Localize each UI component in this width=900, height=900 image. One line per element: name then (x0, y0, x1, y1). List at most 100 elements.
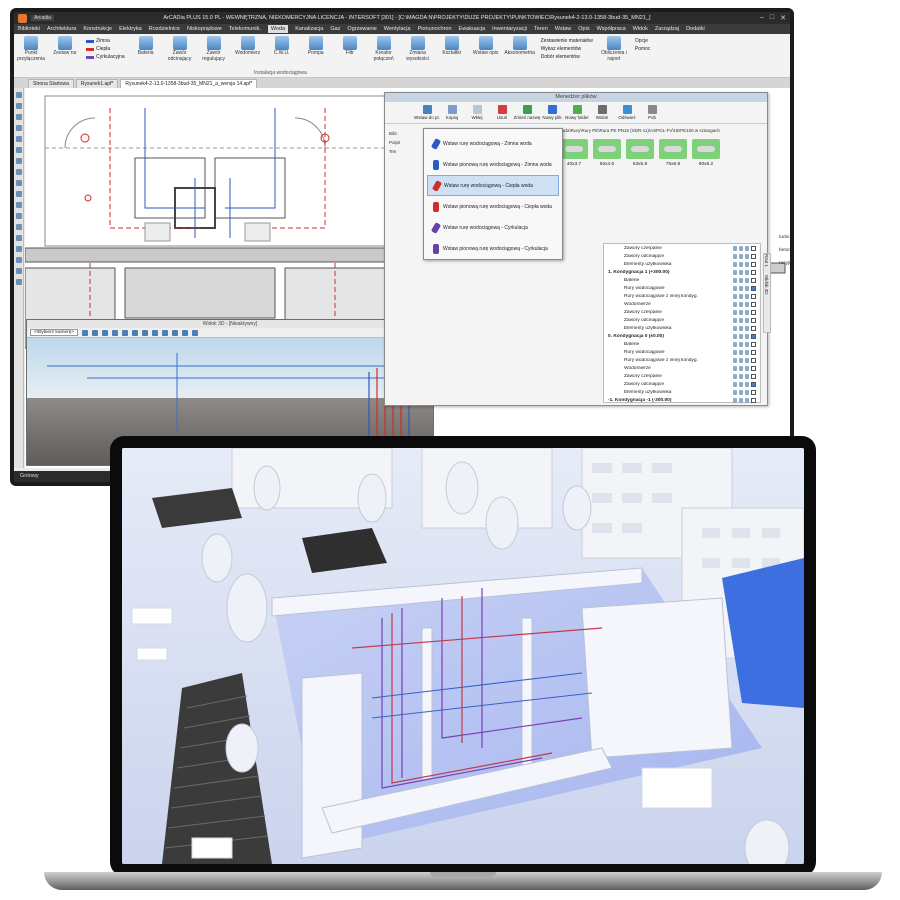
layer-checkbox[interactable] (751, 245, 756, 251)
menu-item[interactable]: Elektryka (119, 26, 142, 32)
pipe-thumbnail[interactable]: 90x8.2 (692, 139, 720, 167)
lock-icon[interactable] (739, 245, 743, 251)
lock-icon[interactable] (739, 349, 743, 355)
pipe-insert-option[interactable]: Wstaw pionową rurę wodociągową - Cyrkula… (427, 238, 559, 259)
layer-checkbox[interactable] (751, 277, 756, 283)
menu-item[interactable]: Dodatki (686, 26, 705, 32)
pipe-type-0[interactable]: Zimna (86, 38, 125, 44)
ribbon-button[interactable]: Zmiana wysokości (405, 36, 431, 62)
tool-icon[interactable] (15, 103, 22, 109)
layer-row[interactable]: Zawory odcinające (604, 316, 760, 324)
ribbon-button[interactable]: Bateria (133, 36, 159, 57)
file-manager-tool[interactable]: Wstaw do pr. (414, 105, 440, 120)
pipe-type-2[interactable]: Cyrkulacyjna (86, 54, 125, 60)
tool-icon[interactable] (15, 213, 22, 219)
tool-icon[interactable] (15, 191, 22, 197)
print-icon[interactable] (745, 341, 749, 347)
lock-icon[interactable] (739, 277, 743, 283)
print-icon[interactable] (745, 277, 749, 283)
lock-icon[interactable] (739, 389, 743, 395)
file-manager-tool[interactable]: Widok (592, 105, 612, 120)
visibility-icon[interactable] (733, 397, 737, 403)
help-item[interactable]: Opcje (635, 38, 651, 44)
visibility-icon[interactable] (733, 293, 737, 299)
print-icon[interactable] (745, 381, 749, 387)
visibility-icon[interactable] (733, 261, 737, 267)
layer-checkbox[interactable] (751, 397, 756, 403)
print-icon[interactable] (745, 357, 749, 363)
lock-icon[interactable] (739, 317, 743, 323)
visibility-icon[interactable] (733, 389, 737, 395)
menu-item[interactable]: Rozdzielnice (149, 26, 180, 32)
report-item[interactable]: Zestawienie materiałów (541, 38, 593, 44)
print-icon[interactable] (745, 397, 749, 403)
lock-icon[interactable] (739, 309, 743, 315)
visibility-icon[interactable] (733, 365, 737, 371)
menu-item[interactable]: Widok (633, 26, 648, 32)
layer-checkbox[interactable] (751, 261, 756, 267)
layer-checkbox[interactable] (751, 389, 756, 395)
document-tab[interactable]: Rysunek4-2-13.0-1358-3bud-35_MN21_a_wers… (120, 79, 258, 88)
lock-icon[interactable] (739, 253, 743, 259)
report-item[interactable]: Wykaz elementów (541, 46, 593, 52)
layer-checkbox[interactable] (751, 293, 756, 299)
file-manager-tool[interactable]: Wklej (467, 105, 487, 120)
ribbon-button[interactable]: Wstaw opis (473, 36, 499, 57)
lock-icon[interactable] (739, 381, 743, 387)
visibility-icon[interactable] (733, 357, 737, 363)
menu-item[interactable]: Ogrzewanie (347, 26, 376, 32)
lock-icon[interactable] (739, 341, 743, 347)
tool-icon[interactable] (15, 125, 22, 131)
menu-item[interactable]: Architektura (47, 26, 76, 32)
layer-row[interactable]: Rury wodociągowe (604, 284, 760, 292)
visibility-icon[interactable] (733, 325, 737, 331)
pipe-insert-option[interactable]: Wstaw rurę wodociągową - Ciepła woda (427, 175, 559, 196)
layer-checkbox[interactable] (751, 285, 756, 291)
visibility-icon[interactable] (733, 381, 737, 387)
tool-icon[interactable] (15, 136, 22, 142)
menu-item[interactable]: Gaz (330, 26, 340, 32)
tree-folder[interactable]: Bibl. (389, 129, 419, 138)
ribbon-button[interactable]: Kształtki (439, 36, 465, 57)
layer-row[interactable]: Rury wodociągowe (604, 348, 760, 356)
visibility-icon[interactable] (733, 341, 737, 347)
menu-item[interactable]: Kanalizacja (295, 26, 323, 32)
print-icon[interactable] (745, 261, 749, 267)
visibility-icon[interactable] (733, 245, 737, 251)
lock-icon[interactable] (739, 333, 743, 339)
document-tab[interactable]: Strona Startowa (28, 79, 74, 88)
layer-row[interactable]: Wodomierze (604, 364, 760, 372)
lock-icon[interactable] (739, 261, 743, 267)
visibility-icon[interactable] (733, 269, 737, 275)
print-icon[interactable] (745, 333, 749, 339)
visibility-icon[interactable] (733, 253, 737, 259)
lock-icon[interactable] (739, 357, 743, 363)
menu-item[interactable]: Opis (578, 26, 589, 32)
file-manager-tool[interactable]: Kopiuj (442, 105, 462, 120)
ribbon-button[interactable]: Kreator połączeń (371, 36, 397, 62)
light-icon[interactable] (162, 329, 169, 336)
ribbon-button[interactable]: C.W.U. (269, 36, 295, 57)
orbit-icon[interactable] (82, 329, 89, 336)
pipe-thumbnail[interactable]: 40x3.7 (560, 139, 588, 167)
tree-folder[interactable]: Pulpit (389, 138, 419, 147)
layer-checkbox[interactable] (751, 301, 756, 307)
camera-icon[interactable] (172, 329, 179, 336)
print-icon[interactable] (745, 253, 749, 259)
side-view-icon[interactable] (132, 329, 139, 336)
pipe-insert-option[interactable]: Wstaw rurę wodociągową - Zimna woda (427, 133, 559, 154)
tool-icon[interactable] (15, 224, 22, 230)
visibility-icon[interactable] (733, 373, 737, 379)
print-icon[interactable] (745, 325, 749, 331)
ribbon-button[interactable]: Wodomierz (235, 36, 261, 57)
layer-row[interactable]: 0. Kondygnacja 0 (±0.00) (604, 332, 760, 340)
menu-item[interactable]: Niskoprądowe (187, 26, 222, 32)
close-icon[interactable]: ✕ (780, 14, 786, 22)
tool-icon[interactable] (15, 158, 22, 164)
layer-row[interactable]: Zawory odcinające (604, 380, 760, 388)
tool-icon[interactable] (15, 169, 22, 175)
visibility-icon[interactable] (733, 333, 737, 339)
layer-row[interactable]: Zawory odcinające (604, 252, 760, 260)
document-tab[interactable]: Rysunek1.apf* (75, 79, 119, 88)
layer-row[interactable]: Rury wodociągowe z innej kondyg. (604, 356, 760, 364)
